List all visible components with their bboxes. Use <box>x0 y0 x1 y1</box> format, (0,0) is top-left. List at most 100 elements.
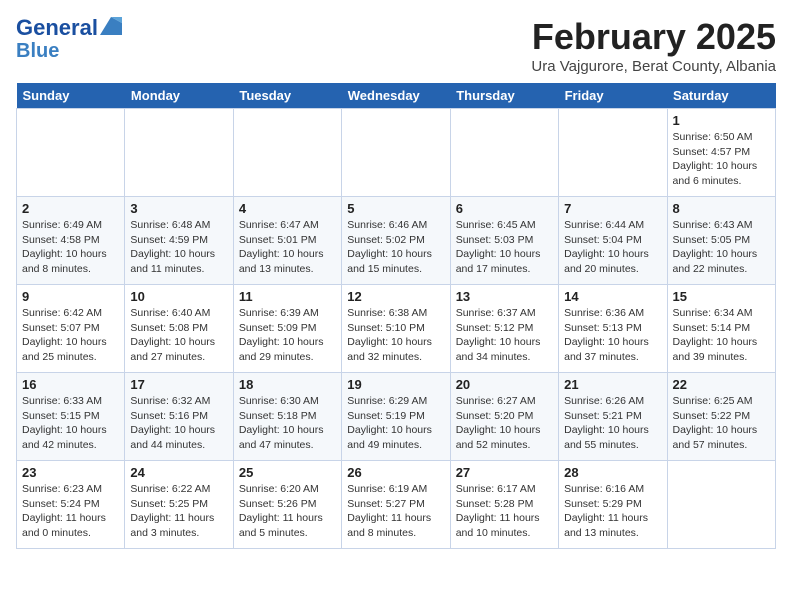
day-number: 12 <box>347 289 444 304</box>
calendar-cell: 21 Sunrise: 6:26 AM Sunset: 5:21 PM Dayli… <box>559 373 667 461</box>
calendar-cell: 27Sunrise: 6:17 AM Sunset: 5:28 PM Dayli… <box>450 461 558 549</box>
day-number: 7 <box>564 201 661 216</box>
calendar-cell: 26 Sunrise: 6:19 AM Sunset: 5:27 PM Dayli… <box>342 461 450 549</box>
day-info: Sunrise: 6:16 AM Sunset: 5:29 PM Dayligh… <box>564 482 661 541</box>
calendar-cell: 1 Sunrise: 6:50 AM Sunset: 4:57 PM Daylig… <box>667 109 775 197</box>
day-info: Sunrise: 6:39 AM Sunset: 5:09 PM Dayligh… <box>239 306 336 365</box>
day-info: Sunrise: 6:29 AM Sunset: 5:19 PM Dayligh… <box>347 394 444 453</box>
calendar-cell: 24Sunrise: 6:22 AM Sunset: 5:25 PM Dayli… <box>125 461 233 549</box>
day-number: 25 <box>239 465 336 480</box>
day-info: Sunrise: 6:27 AM Sunset: 5:20 PM Dayligh… <box>456 394 553 453</box>
day-info: Sunrise: 6:46 AM Sunset: 5:02 PM Dayligh… <box>347 218 444 277</box>
day-number: 28 <box>564 465 661 480</box>
calendar-cell <box>233 109 341 197</box>
calendar-cell: 28 Sunrise: 6:16 AM Sunset: 5:29 PM Dayli… <box>559 461 667 549</box>
weekday-header-saturday: Saturday <box>667 83 775 109</box>
logo: General Blue <box>16 16 122 62</box>
day-number: 16 <box>22 377 119 392</box>
calendar-cell: 5 Sunrise: 6:46 AM Sunset: 5:02 PM Daylig… <box>342 197 450 285</box>
day-info: Sunrise: 6:49 AM Sunset: 4:58 PM Dayligh… <box>22 218 119 277</box>
day-number: 4 <box>239 201 336 216</box>
calendar-cell <box>17 109 125 197</box>
day-number: 13 <box>456 289 553 304</box>
calendar-table: SundayMondayTuesdayWednesdayThursdayFrid… <box>16 83 776 549</box>
day-number: 10 <box>130 289 227 304</box>
day-info: Sunrise: 6:30 AM Sunset: 5:18 PM Dayligh… <box>239 394 336 453</box>
calendar-cell <box>559 109 667 197</box>
day-info: Sunrise: 6:34 AM Sunset: 5:14 PM Dayligh… <box>673 306 770 365</box>
weekday-header-thursday: Thursday <box>450 83 558 109</box>
logo-icon <box>100 17 122 35</box>
day-number: 26 <box>347 465 444 480</box>
weekday-header-tuesday: Tuesday <box>233 83 341 109</box>
calendar-cell: 12 Sunrise: 6:38 AM Sunset: 5:10 PM Dayli… <box>342 285 450 373</box>
calendar-cell: 17Sunrise: 6:32 AM Sunset: 5:16 PM Dayli… <box>125 373 233 461</box>
day-info: Sunrise: 6:36 AM Sunset: 5:13 PM Dayligh… <box>564 306 661 365</box>
day-info: Sunrise: 6:25 AM Sunset: 5:22 PM Dayligh… <box>673 394 770 453</box>
day-info: Sunrise: 6:32 AM Sunset: 5:16 PM Dayligh… <box>130 394 227 453</box>
calendar-cell: 3 Sunrise: 6:48 AM Sunset: 4:59 PM Daylig… <box>125 197 233 285</box>
header: General Blue February 2025 Ura Vajgurore… <box>16 16 776 75</box>
calendar-week-4: 16 Sunrise: 6:33 AM Sunset: 5:15 PM Dayli… <box>17 373 776 461</box>
day-number: 9 <box>22 289 119 304</box>
day-number: 3 <box>130 201 227 216</box>
month-title: February 2025 <box>531 16 776 58</box>
calendar-cell <box>450 109 558 197</box>
day-number: 8 <box>673 201 770 216</box>
day-number: 1 <box>673 113 770 128</box>
day-number: 14 <box>564 289 661 304</box>
calendar-cell: 8 Sunrise: 6:43 AM Sunset: 5:05 PM Daylig… <box>667 197 775 285</box>
calendar-cell: 14 Sunrise: 6:36 AM Sunset: 5:13 PM Dayli… <box>559 285 667 373</box>
day-info: Sunrise: 6:50 AM Sunset: 4:57 PM Dayligh… <box>673 130 770 189</box>
day-number: 2 <box>22 201 119 216</box>
day-info: Sunrise: 6:45 AM Sunset: 5:03 PM Dayligh… <box>456 218 553 277</box>
calendar-week-1: 1 Sunrise: 6:50 AM Sunset: 4:57 PM Daylig… <box>17 109 776 197</box>
calendar-cell: 2 Sunrise: 6:49 AM Sunset: 4:58 PM Daylig… <box>17 197 125 285</box>
weekday-header-sunday: Sunday <box>17 83 125 109</box>
day-info: Sunrise: 6:23 AM Sunset: 5:24 PM Dayligh… <box>22 482 119 541</box>
calendar-week-3: 9 Sunrise: 6:42 AM Sunset: 5:07 PM Daylig… <box>17 285 776 373</box>
calendar-cell: 22 Sunrise: 6:25 AM Sunset: 5:22 PM Dayli… <box>667 373 775 461</box>
calendar-cell: 6 Sunrise: 6:45 AM Sunset: 5:03 PM Daylig… <box>450 197 558 285</box>
day-info: Sunrise: 6:38 AM Sunset: 5:10 PM Dayligh… <box>347 306 444 365</box>
weekday-header-row: SundayMondayTuesdayWednesdayThursdayFrid… <box>17 83 776 109</box>
calendar-cell <box>125 109 233 197</box>
logo-general: General <box>16 16 98 40</box>
weekday-header-monday: Monday <box>125 83 233 109</box>
day-number: 15 <box>673 289 770 304</box>
location-title: Ura Vajgurore, Berat County, Albania <box>531 58 776 75</box>
day-number: 23 <box>22 465 119 480</box>
calendar-cell: 15 Sunrise: 6:34 AM Sunset: 5:14 PM Dayli… <box>667 285 775 373</box>
day-info: Sunrise: 6:37 AM Sunset: 5:12 PM Dayligh… <box>456 306 553 365</box>
day-info: Sunrise: 6:17 AM Sunset: 5:28 PM Dayligh… <box>456 482 553 541</box>
day-number: 5 <box>347 201 444 216</box>
day-info: Sunrise: 6:43 AM Sunset: 5:05 PM Dayligh… <box>673 218 770 277</box>
calendar-cell: 19Sunrise: 6:29 AM Sunset: 5:19 PM Dayli… <box>342 373 450 461</box>
day-number: 18 <box>239 377 336 392</box>
day-info: Sunrise: 6:33 AM Sunset: 5:15 PM Dayligh… <box>22 394 119 453</box>
day-info: Sunrise: 6:20 AM Sunset: 5:26 PM Dayligh… <box>239 482 336 541</box>
logo-blue: Blue <box>16 40 59 62</box>
calendar-cell: 18 Sunrise: 6:30 AM Sunset: 5:18 PM Dayli… <box>233 373 341 461</box>
calendar-cell: 20 Sunrise: 6:27 AM Sunset: 5:20 PM Dayli… <box>450 373 558 461</box>
calendar-cell: 4 Sunrise: 6:47 AM Sunset: 5:01 PM Daylig… <box>233 197 341 285</box>
day-number: 24 <box>130 465 227 480</box>
day-number: 21 <box>564 377 661 392</box>
calendar-cell <box>667 461 775 549</box>
day-info: Sunrise: 6:48 AM Sunset: 4:59 PM Dayligh… <box>130 218 227 277</box>
day-info: Sunrise: 6:47 AM Sunset: 5:01 PM Dayligh… <box>239 218 336 277</box>
day-number: 6 <box>456 201 553 216</box>
calendar-cell <box>342 109 450 197</box>
day-number: 22 <box>673 377 770 392</box>
calendar-week-5: 23 Sunrise: 6:23 AM Sunset: 5:24 PM Dayli… <box>17 461 776 549</box>
day-number: 11 <box>239 289 336 304</box>
calendar-cell: 25 Sunrise: 6:20 AM Sunset: 5:26 PM Dayli… <box>233 461 341 549</box>
weekday-header-wednesday: Wednesday <box>342 83 450 109</box>
day-info: Sunrise: 6:26 AM Sunset: 5:21 PM Dayligh… <box>564 394 661 453</box>
day-number: 20 <box>456 377 553 392</box>
calendar-cell: 23 Sunrise: 6:23 AM Sunset: 5:24 PM Dayli… <box>17 461 125 549</box>
day-info: Sunrise: 6:19 AM Sunset: 5:27 PM Dayligh… <box>347 482 444 541</box>
calendar-cell: 13 Sunrise: 6:37 AM Sunset: 5:12 PM Dayli… <box>450 285 558 373</box>
calendar-cell: 7Sunrise: 6:44 AM Sunset: 5:04 PM Daylig… <box>559 197 667 285</box>
day-info: Sunrise: 6:42 AM Sunset: 5:07 PM Dayligh… <box>22 306 119 365</box>
